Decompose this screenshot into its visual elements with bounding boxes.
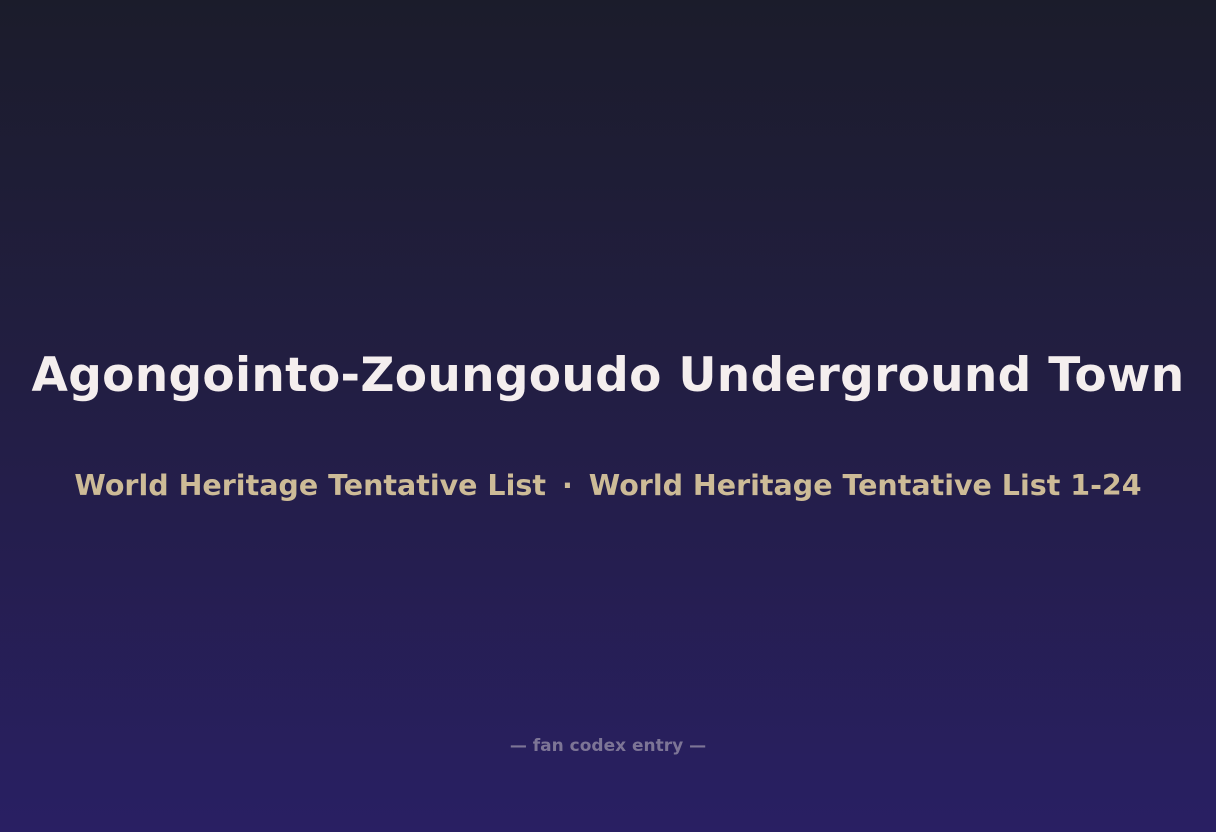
subtitle-left: World Heritage Tentative List	[74, 469, 546, 502]
page-title: Agongointo-Zoungoudo Underground Town	[31, 348, 1185, 403]
footer-caption: — fan codex entry —	[509, 736, 707, 756]
subtitle: World Heritage Tentative List · World Heri…	[0, 466, 1216, 506]
subtitle-right: World Heritage Tentative List 1-24	[588, 469, 1142, 502]
subtitle-separator: ·	[561, 469, 573, 502]
